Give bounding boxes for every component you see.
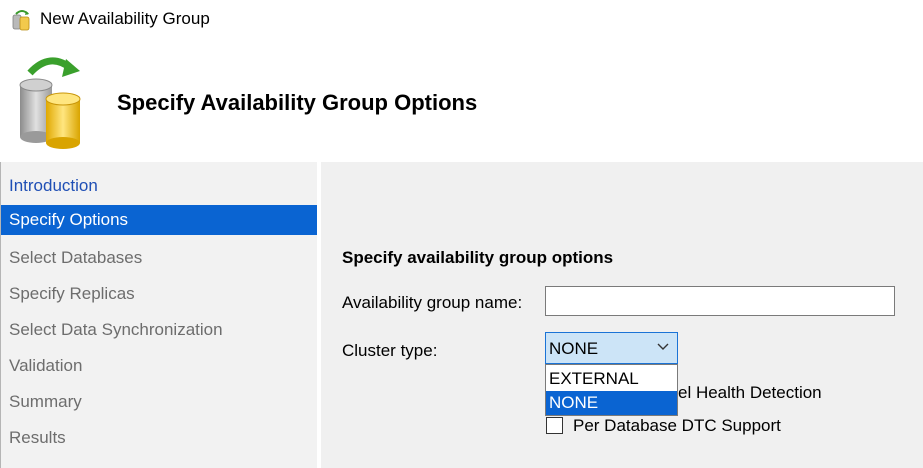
health-detection-label: el Health Detection [678, 383, 822, 402]
dtc-support-checkbox[interactable] [546, 417, 563, 434]
cluster-type-value: NONE [549, 339, 599, 358]
cluster-type-combo[interactable]: NONE [545, 332, 678, 364]
availability-group-name-label: Availability group name: [342, 293, 523, 312]
chevron-down-icon[interactable] [657, 343, 669, 351]
availability-group-icon [12, 10, 30, 31]
nav-item-select-data-synchronization: Select Data Synchronization [9, 320, 223, 339]
page-header: Specify Availability Group Options [0, 40, 923, 162]
title-bar: New Availability Group [0, 0, 923, 40]
cluster-option-external[interactable]: EXTERNAL [546, 367, 677, 391]
nav-item-validation: Validation [9, 356, 83, 375]
availability-group-name-input[interactable] [545, 286, 895, 316]
page-title: Specify Availability Group Options [117, 90, 478, 115]
window-title: New Availability Group [40, 9, 210, 28]
nav-item-specify-options[interactable]: Specify Options [1, 205, 317, 235]
nav-item-specify-replicas: Specify Replicas [9, 284, 135, 303]
nav-item-introduction[interactable]: Introduction [1, 171, 317, 201]
nav-item-summary: Summary [9, 392, 82, 411]
section-title: Specify availability group options [342, 248, 614, 267]
wizard-nav: Introduction Specify Options Select Data… [0, 162, 317, 468]
nav-item-select-databases: Select Databases [9, 248, 143, 267]
dtc-support-label: Per Database DTC Support [573, 416, 781, 435]
cluster-option-none[interactable]: NONE [546, 391, 677, 415]
database-sync-icon [19, 57, 81, 149]
cluster-type-label: Cluster type: [342, 341, 438, 360]
nav-item-results: Results [9, 428, 66, 447]
cluster-type-dropdown: EXTERNAL NONE [545, 364, 678, 416]
